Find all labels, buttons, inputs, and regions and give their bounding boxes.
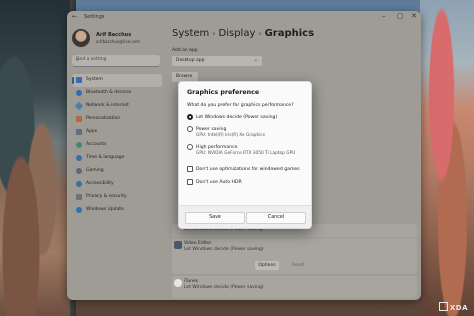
- sidebar-item-label: Bluetooth & devices: [86, 90, 132, 95]
- checkbox-label: Don't use Auto HDR: [196, 179, 242, 185]
- chevron-right-icon: ›: [212, 29, 216, 38]
- dialog-question: What do you prefer for graphics performa…: [187, 103, 294, 108]
- graphics-preference-dialog: Graphics preference What do you prefer f…: [178, 81, 312, 229]
- back-arrow-icon[interactable]: ←: [72, 13, 77, 20]
- sidebar-nav: System Bluetooth & devices Network & int…: [72, 74, 162, 217]
- app-row-video-editor[interactable]: Video Editor Let Windows decide (Power s…: [172, 238, 417, 274]
- sidebar-item-label: System: [86, 77, 103, 82]
- chevron-right-icon: ›: [258, 29, 262, 38]
- chevron-down-icon: ⌄: [253, 57, 258, 63]
- reset-button[interactable]: Reset: [286, 261, 310, 270]
- wallpaper-rocks-right: [420, 0, 474, 316]
- sidebar-item-bluetooth[interactable]: Bluetooth & devices: [72, 87, 162, 100]
- update-icon: [76, 207, 82, 213]
- dialog-title: Graphics preference: [187, 89, 260, 96]
- checkbox-icon[interactable]: [187, 166, 193, 172]
- sidebar-item-label: Gaming: [86, 168, 104, 173]
- apps-icon: [76, 129, 82, 135]
- profile-name: Arif Bacchus: [96, 32, 132, 38]
- sidebar-item-personalization[interactable]: Personalization: [72, 113, 162, 126]
- controller-icon: [76, 168, 82, 174]
- system-icon: [76, 77, 82, 83]
- dropdown-value: Desktop app: [176, 58, 205, 63]
- globe-icon: [76, 155, 82, 161]
- breadcrumb: System › Display › Graphics: [172, 28, 314, 39]
- sidebar-item-windows-update[interactable]: Windows Update: [72, 204, 162, 217]
- app-pref: Let Windows decide (Power saving): [184, 285, 264, 290]
- sidebar-item-label: Personalization: [86, 116, 121, 121]
- save-button[interactable]: Save: [185, 212, 245, 224]
- sidebar-item-label: Network & internet: [86, 103, 129, 108]
- app-name: iTunes: [184, 279, 199, 284]
- sidebar-item-label: Accessibility: [86, 181, 114, 186]
- sidebar-item-label: Time & language: [86, 155, 125, 160]
- browse-label: Browse: [176, 74, 193, 79]
- shield-icon: [76, 194, 82, 200]
- app-name: Video Editor: [184, 241, 212, 246]
- watermark-text: XDA: [449, 304, 468, 312]
- accessibility-icon: [76, 181, 82, 187]
- title-bar: ← Settings – ▢ ✕: [67, 11, 421, 25]
- radio-label: Power saving: [196, 126, 227, 132]
- avatar: [72, 29, 90, 47]
- options-button[interactable]: Options: [255, 261, 279, 270]
- brush-icon: [76, 116, 82, 122]
- sidebar-item-accounts[interactable]: Accounts: [72, 139, 162, 152]
- sidebar-item-label: Windows Update: [86, 207, 124, 212]
- xda-watermark: XDA: [438, 302, 468, 312]
- sidebar-item-label: Accounts: [86, 142, 107, 147]
- checkbox-icon[interactable]: [187, 179, 193, 185]
- radio-sublabel: GPU: NVIDIA GeForce RTX 3050 Ti Laptop G…: [196, 151, 296, 156]
- sidebar-item-system[interactable]: System: [72, 74, 162, 87]
- wallpaper-rocks-left: [0, 0, 70, 316]
- app-type-dropdown[interactable]: Desktop app ⌄: [172, 56, 262, 66]
- itunes-icon: [174, 279, 182, 287]
- radio-selected-icon[interactable]: [187, 114, 193, 120]
- video-editor-icon: [174, 241, 182, 249]
- maximize-icon[interactable]: ▢: [397, 12, 404, 20]
- sidebar-item-time-language[interactable]: Time & language: [72, 152, 162, 165]
- breadcrumb-graphics: Graphics: [264, 28, 315, 39]
- sidebar-item-label: Privacy & security: [86, 194, 127, 199]
- accounts-icon: [76, 142, 82, 148]
- search-icon: ⌕: [76, 56, 80, 63]
- profile-email: arifbacchus@live.com: [96, 39, 141, 44]
- cancel-button[interactable]: Cancel: [246, 212, 306, 224]
- search-input[interactable]: Find a setting ⌕: [72, 55, 160, 67]
- close-icon[interactable]: ✕: [411, 12, 417, 20]
- dialog-footer: Save Cancel: [179, 205, 311, 228]
- radio-label: High performance: [196, 144, 238, 150]
- sidebar-item-privacy[interactable]: Privacy & security: [72, 191, 162, 204]
- sidebar-item-apps[interactable]: Apps: [72, 126, 162, 139]
- radio-label: Let Windows decide (Power saving): [196, 114, 278, 120]
- bluetooth-icon: [76, 90, 82, 96]
- add-app-label: Add an app: [172, 48, 198, 53]
- radio-icon[interactable]: [187, 126, 193, 132]
- window-title: Settings: [84, 14, 105, 20]
- sidebar-item-gaming[interactable]: Gaming: [72, 165, 162, 178]
- radio-icon[interactable]: [187, 144, 193, 150]
- checkbox-label: Don't use optimizations for windowed gam…: [196, 166, 300, 172]
- network-icon: [74, 101, 84, 111]
- app-pref: Let Windows decide (Power saving): [184, 247, 264, 252]
- radio-sublabel: GPU: Intel(R) Iris(R) Xe Graphics: [196, 133, 266, 138]
- sidebar-item-network[interactable]: Network & internet: [72, 100, 162, 113]
- xda-logo-icon: [438, 302, 448, 311]
- breadcrumb-system[interactable]: System: [172, 28, 209, 39]
- minimize-icon[interactable]: –: [382, 12, 386, 20]
- breadcrumb-display[interactable]: Display: [219, 28, 256, 39]
- sidebar-item-accessibility[interactable]: Accessibility: [72, 178, 162, 191]
- sidebar-item-label: Apps: [86, 129, 98, 134]
- app-row-itunes[interactable]: iTunes Let Windows decide (Power saving): [172, 276, 417, 298]
